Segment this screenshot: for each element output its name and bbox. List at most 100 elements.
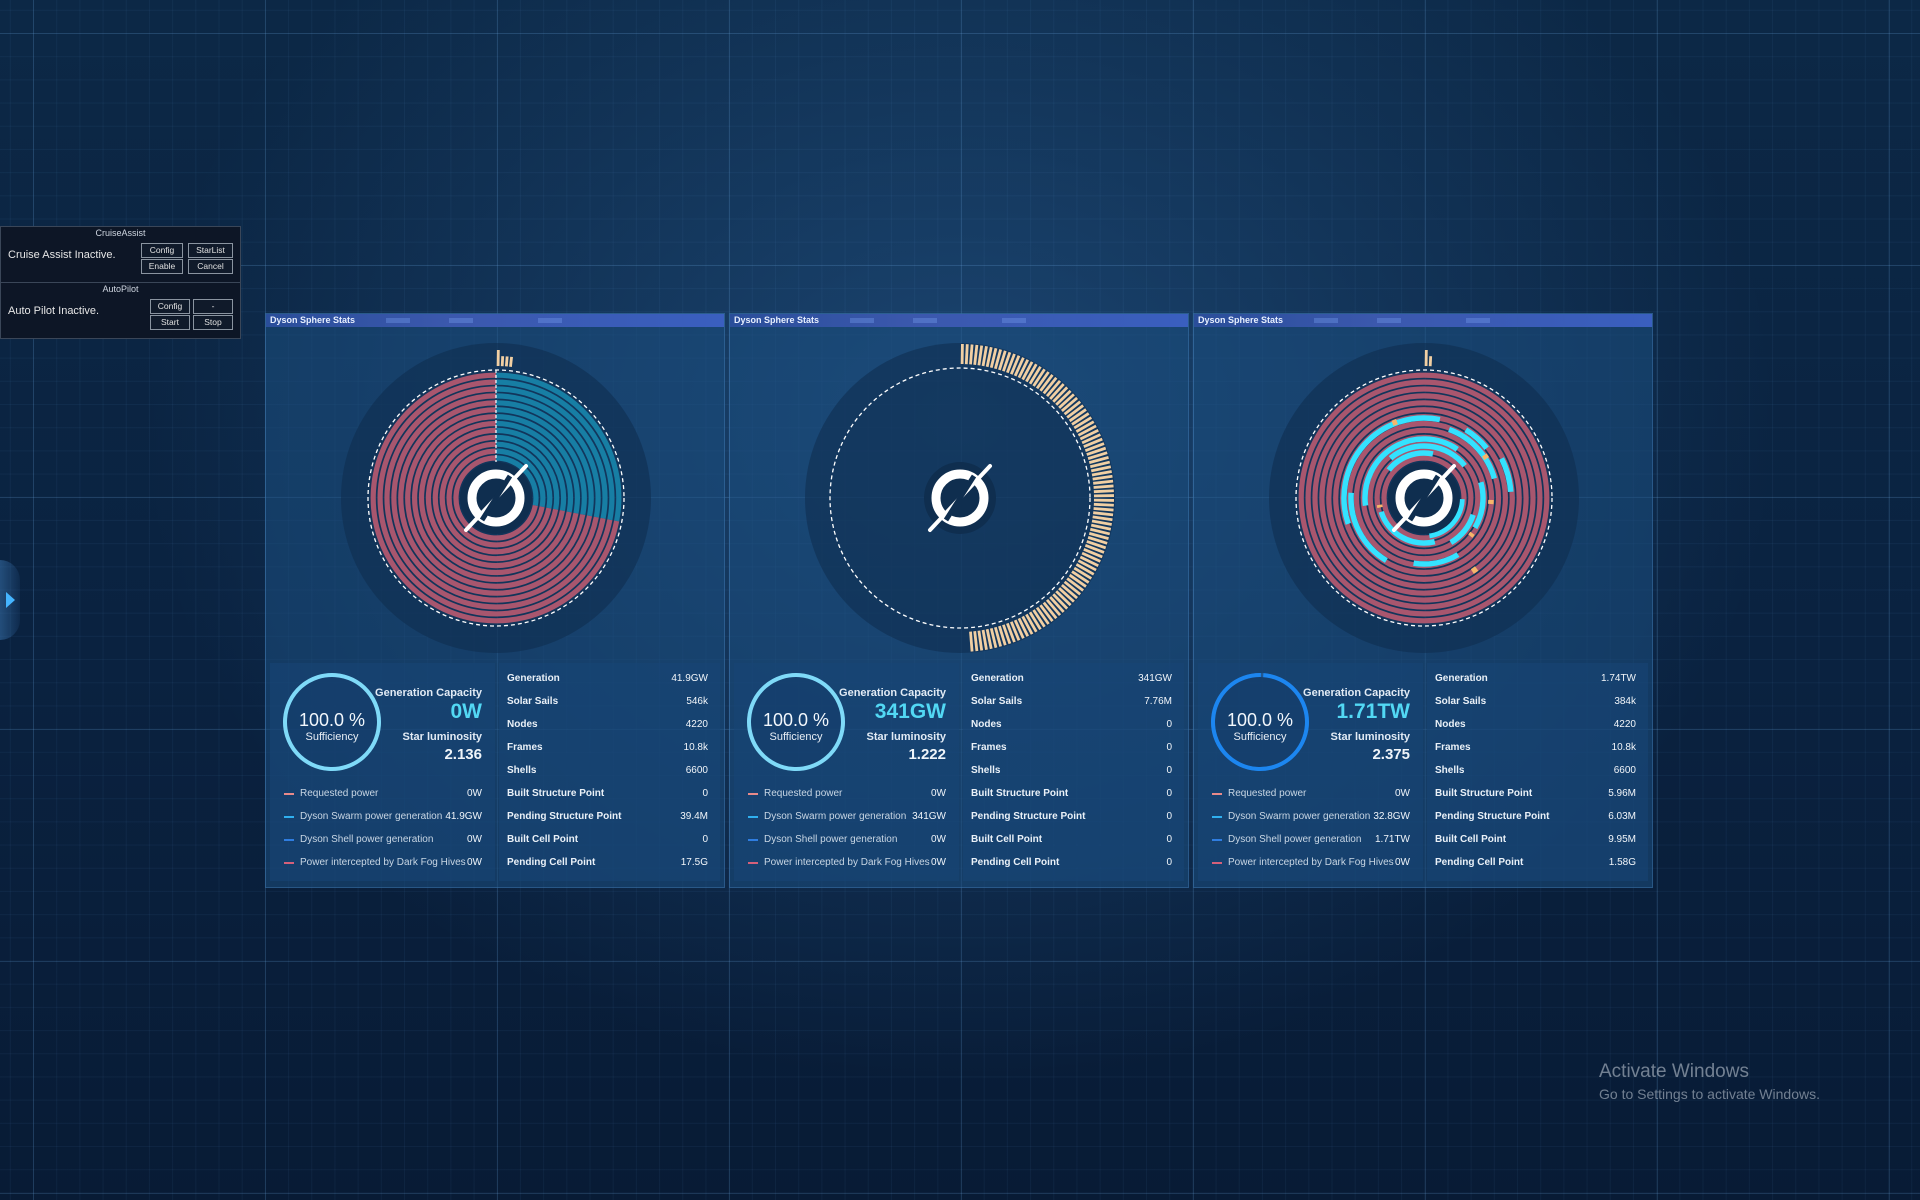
legend-color-swatch [1212, 839, 1222, 841]
stats-list: Generation 341GW Solar Sails 7.76M Nodes 0 Fra… [971, 673, 1172, 880]
legend-value: 0W [467, 834, 482, 845]
stat-row: Pending Structure Point 0 [971, 811, 1172, 834]
legend-color-swatch [1212, 862, 1222, 864]
stat-value: 0 [1166, 788, 1172, 799]
stat-value: 0 [1166, 834, 1172, 845]
sufficiency-value: 100.0 % [298, 710, 366, 730]
star-luminosity-label: Star luminosity [1330, 731, 1410, 743]
cruise-config-button[interactable]: Config [141, 243, 183, 258]
power-legend: Requested power 0W Dyson Swarm power gener… [284, 788, 482, 880]
title-bar-highlight [850, 318, 874, 323]
stat-row: Solar Sails 384k [1435, 696, 1636, 719]
stat-value: 0 [1166, 765, 1172, 776]
windows-activation-watermark: Activate Windows Go to Settings to activ… [1599, 1061, 1820, 1102]
stat-row: Shells 6600 [1435, 765, 1636, 788]
stat-value: 9.95M [1608, 834, 1636, 845]
stat-value: 0 [702, 834, 708, 845]
sufficiency-label: Sufficiency [769, 731, 823, 743]
stat-label: Built Cell Point [1435, 834, 1507, 845]
power-summary: 100.0 % Sufficiency Generation Capacity 0W S… [270, 663, 495, 881]
stat-row: Pending Cell Point 17.5G [507, 857, 708, 880]
legend-value: 0W [467, 857, 482, 868]
sphere-stats: Generation 41.9GW Solar Sails 546k Nodes 4220… [499, 663, 720, 881]
dyson-stats-panel-1: Dyson Sphere Stats 100.0 % Sufficiency Gene… [265, 313, 725, 888]
stat-value: 17.5G [680, 857, 708, 868]
legend-item: Power intercepted by Dark Fog Hives 0W [748, 857, 946, 880]
stat-label: Nodes [507, 719, 538, 730]
node-marker [1470, 566, 1479, 574]
stat-value: 4220 [685, 719, 708, 730]
legend-label: Dyson Shell power generation [1228, 834, 1362, 845]
cruise-assist-status: Cruise Assist Inactive. [8, 249, 116, 261]
start-button[interactable]: Start [150, 315, 190, 330]
legend-label: Requested power [1228, 788, 1307, 799]
stat-value: 6.03M [1608, 811, 1636, 822]
legend-value: 341GW [912, 811, 946, 822]
stat-label: Generation [507, 673, 560, 684]
legend-color-swatch [748, 862, 758, 864]
legend-label: Requested power [300, 788, 379, 799]
stat-label: Nodes [971, 719, 1002, 730]
power-summary: 100.0 % Sufficiency Generation Capacity 1.7… [1198, 663, 1423, 881]
stat-row: Generation 41.9GW [507, 673, 708, 696]
stat-label: Pending Cell Point [1435, 857, 1524, 868]
node-marker [1391, 419, 1398, 426]
cruise-assist-title: CruiseAssist [95, 228, 146, 238]
watermark-subtitle: Go to Settings to activate Windows. [1599, 1086, 1820, 1102]
dyson-sphere-chart-svg [341, 343, 651, 653]
dyson-sphere-chart-svg [1269, 343, 1579, 653]
cruise-assist-window: CruiseAssist Cruise Assist Inactive. Con… [0, 226, 241, 339]
legend-value: 0W [931, 788, 946, 799]
panel-title-bar[interactable]: Dyson Sphere Stats [266, 314, 724, 327]
legend-label: Power intercepted by Dark Fog Hives [1228, 857, 1394, 868]
starlist-button[interactable]: StarList [188, 243, 233, 258]
stat-row: Pending Cell Point 1.58G [1435, 857, 1636, 880]
stat-label: Generation [1435, 673, 1488, 684]
stat-label: Built Structure Point [971, 788, 1069, 799]
sufficiency-value: 100.0 % [762, 710, 830, 730]
enable-button[interactable]: Enable [141, 259, 183, 274]
stat-value: 10.8k [1611, 742, 1636, 753]
stat-value: 546k [686, 696, 708, 707]
sufficiency-gauge: 100.0 % Sufficiency [746, 672, 846, 772]
stat-value: 1.58G [1608, 857, 1636, 868]
solar-sail-bar [1093, 489, 1114, 494]
sufficiency-gauge: 100.0 % Sufficiency [1210, 672, 1310, 772]
autopilot-dash-button[interactable]: - [193, 299, 233, 314]
legend-label: Dyson Shell power generation [300, 834, 434, 845]
stat-row: Solar Sails 7.76M [971, 696, 1172, 719]
stat-label: Generation [971, 673, 1024, 684]
stat-label: Shells [971, 765, 1001, 776]
stat-label: Solar Sails [1435, 696, 1487, 707]
stat-label: Nodes [1435, 719, 1466, 730]
side-panel-toggle[interactable] [0, 560, 20, 640]
power-legend: Requested power 0W Dyson Swarm power gener… [1212, 788, 1410, 880]
autopilot-status: Auto Pilot Inactive. [8, 305, 100, 317]
legend-color-swatch [284, 862, 294, 864]
legend-label: Dyson Swarm power generation [1228, 811, 1371, 822]
stat-row: Frames 0 [971, 742, 1172, 765]
stop-button[interactable]: Stop [193, 315, 233, 330]
cancel-button[interactable]: Cancel [188, 259, 233, 274]
power-summary: 100.0 % Sufficiency Generation Capacity 341… [734, 663, 959, 881]
legend-value: 32.8GW [1373, 811, 1410, 822]
dyson-sphere-chart-svg [805, 343, 1115, 653]
stat-row: Nodes 4220 [507, 719, 708, 742]
legend-item: Requested power 0W [284, 788, 482, 811]
title-bar-highlight [1377, 318, 1401, 323]
generation-capacity-label: Generation Capacity [839, 687, 946, 699]
panel-stats-area: 100.0 % Sufficiency Generation Capacity 1.7… [1198, 663, 1648, 881]
legend-color-swatch [748, 816, 758, 818]
star-luminosity-label: Star luminosity [402, 731, 482, 743]
stat-label: Pending Cell Point [971, 857, 1060, 868]
solar-sail-bar [964, 344, 969, 365]
autopilot-config-button[interactable]: Config [150, 299, 190, 314]
panel-title-bar[interactable]: Dyson Sphere Stats [1194, 314, 1652, 327]
title-bar-highlight [386, 318, 410, 323]
autopilot-section: AutoPilot Auto Pilot Inactive. Config - … [1, 282, 240, 338]
solar-sail-bar [1093, 484, 1114, 489]
solar-sail-bar [969, 631, 974, 652]
panel-title-bar[interactable]: Dyson Sphere Stats [730, 314, 1188, 327]
stat-row: Generation 1.74TW [1435, 673, 1636, 696]
sufficiency-label: Sufficiency [305, 731, 359, 743]
